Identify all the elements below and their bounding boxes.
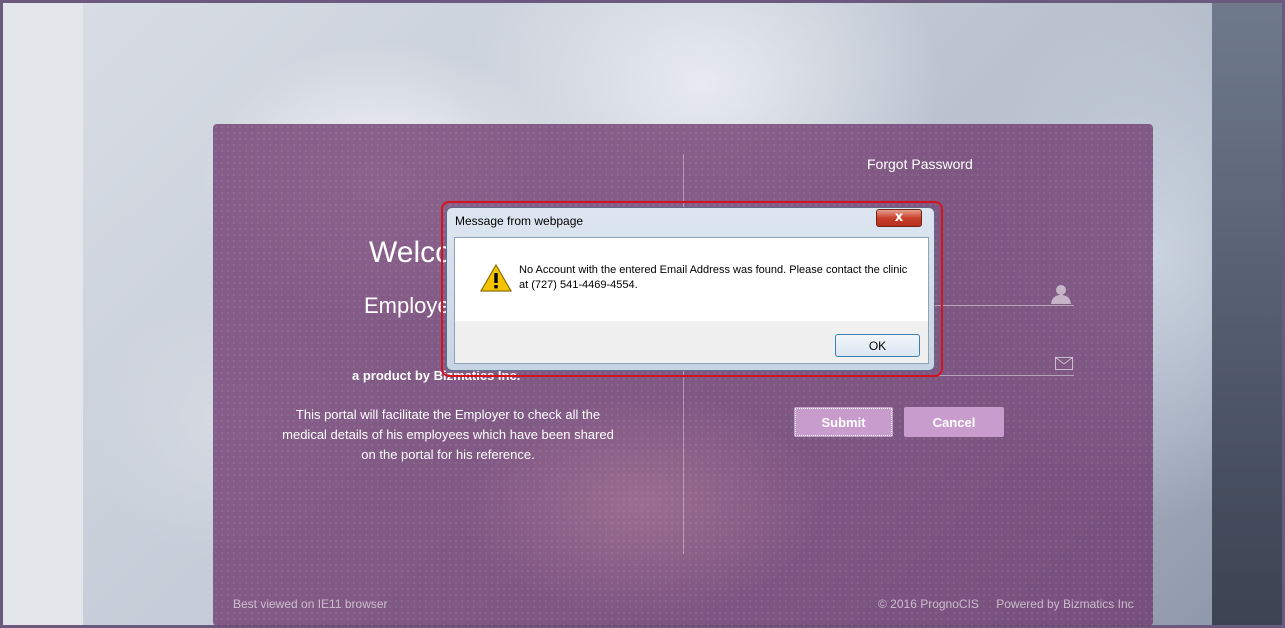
- forgot-password-title: Forgot Password: [867, 156, 973, 172]
- background-edge: [1212, 3, 1282, 625]
- copyright-text: © 2016 PrognoCIS: [878, 597, 979, 611]
- dialog-footer: OK: [454, 321, 929, 364]
- submit-button[interactable]: Submit: [794, 407, 893, 437]
- dialog-body: No Account with the entered Email Addres…: [454, 237, 929, 322]
- browser-note: Best viewed on IE11 browser: [233, 597, 388, 611]
- warning-icon: [480, 264, 512, 292]
- close-icon[interactable]: x: [876, 209, 922, 227]
- employer-subheading: Employe: [364, 293, 450, 318]
- email-field[interactable]: [930, 375, 1074, 376]
- welcome-heading: Welco: [369, 236, 452, 269]
- left-strip: [3, 3, 83, 625]
- mail-icon: [1055, 357, 1073, 370]
- username-field[interactable]: [930, 305, 1074, 306]
- footer-credits: © 2016 PrognoCIS Powered by Bizmatics In…: [878, 597, 1148, 611]
- cancel-button[interactable]: Cancel: [904, 407, 1004, 437]
- portal-description: This portal will facilitate the Employer…: [282, 407, 614, 462]
- user-icon: [1051, 285, 1071, 304]
- powered-by-link[interactable]: Powered by Bizmatics Inc: [996, 597, 1133, 611]
- dialog-message: No Account with the entered Email Addres…: [519, 264, 908, 291]
- ok-button[interactable]: OK: [835, 334, 920, 357]
- dialog-title: Message from webpage: [455, 214, 584, 228]
- alert-dialog: Message from webpage x No Account with t…: [446, 207, 935, 371]
